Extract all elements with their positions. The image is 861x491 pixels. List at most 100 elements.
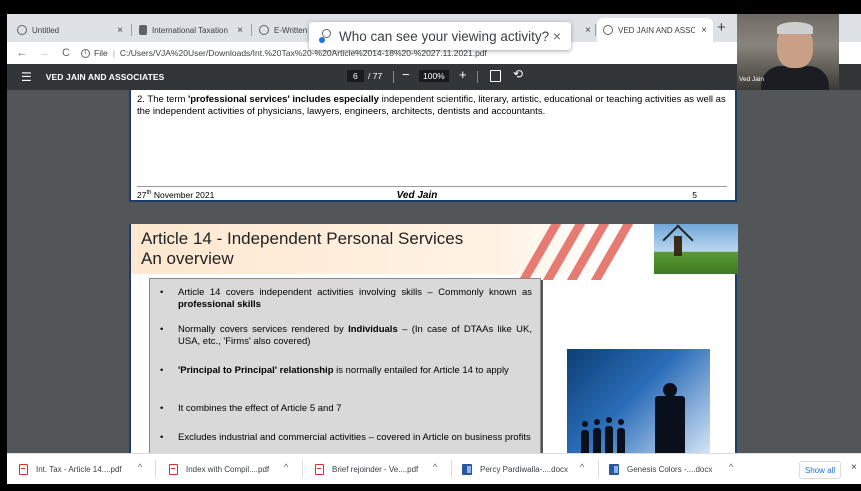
reload-button[interactable]: C <box>59 47 73 59</box>
bullet-text-bold: Individuals <box>348 324 398 335</box>
slide-title-line2: An overview <box>141 249 234 268</box>
footer-month-year: November 2021 <box>151 190 215 200</box>
bullet-item: • Excludes industrial and commercial act… <box>160 432 532 444</box>
tab-close-button[interactable]: × <box>237 25 243 36</box>
bullet-marker: • <box>160 432 164 443</box>
silhouette <box>617 428 625 453</box>
slide-title-line1: Article 14 - Independent Personal Servic… <box>141 229 464 248</box>
back-button[interactable]: ← <box>15 47 29 59</box>
tab-separator <box>595 24 596 36</box>
pdf-page-6: Article 14 - Independent Personal Servic… <box>129 224 738 453</box>
info-icon[interactable]: i <box>81 48 90 58</box>
tab-title: International Taxation <box>152 25 228 35</box>
windmill-image <box>654 224 738 274</box>
slide-title: Article 14 - Independent Personal Servic… <box>141 229 463 269</box>
chevron-up-icon[interactable]: ^ <box>729 462 733 472</box>
bullet-text-post: is normally entailed for Article 14 to a… <box>333 365 509 376</box>
footer-date: 27th November 2021 <box>137 190 324 201</box>
zoom-in-button[interactable]: + <box>459 67 467 82</box>
page-total: / 77 <box>368 71 383 81</box>
bullet-text-pre: Normally covers services rendered by <box>178 324 349 335</box>
download-separator <box>598 460 599 478</box>
silhouette <box>581 430 589 453</box>
bullet-text: Article 14 covers independent activities… <box>178 287 532 311</box>
download-separator <box>302 460 303 478</box>
bullet-text: Excludes industrial and commercial activ… <box>178 432 532 444</box>
browser-window: Untitled × International Taxation × E-Wr… <box>7 14 861 484</box>
pdf-toolbar: ☰ VED JAIN AND ASSOCIATES 6 / 77 − 100% … <box>7 64 861 90</box>
menu-icon[interactable]: ☰ <box>21 70 32 84</box>
bullet-text: 'Principal to Principal' relationship is… <box>178 365 532 377</box>
pdf-file-icon <box>315 463 324 475</box>
paragraph-bold: 'professional services' includes especia… <box>188 94 379 105</box>
tab-close-button[interactable]: × <box>701 25 707 36</box>
zoom-level[interactable]: 100% <box>419 70 449 82</box>
popup-close-button[interactable]: × <box>553 28 561 44</box>
windmill-blades <box>662 224 694 256</box>
silhouette <box>605 426 613 453</box>
silhouette-head <box>606 417 612 423</box>
tab-hidden[interactable]: × <box>573 18 595 42</box>
tab-e-written[interactable]: E-Written Su <box>253 18 313 42</box>
tab-close-button[interactable]: × <box>117 25 123 36</box>
bullet-text-pre: Article 14 covers independent activities… <box>178 287 532 298</box>
chevron-up-icon[interactable]: ^ <box>433 462 437 472</box>
chevron-up-icon[interactable]: ^ <box>580 462 584 472</box>
presenter-hair <box>777 22 813 34</box>
url-scheme: File <box>94 48 108 58</box>
close-download-bar-button[interactable]: × <box>851 462 857 473</box>
tab-ved-jain[interactable]: VED JAIN AND ASSOC × <box>597 18 713 42</box>
bullet-box: • Article 14 covers independent activiti… <box>149 278 541 453</box>
doc-icon <box>139 25 147 35</box>
download-item[interactable]: Genesis Colors -....docx <box>609 461 712 477</box>
bullet-marker: • <box>160 287 164 298</box>
participant-name: Ved Jain <box>739 76 764 83</box>
bullet-marker: • <box>160 403 164 414</box>
download-filename: Genesis Colors -....docx <box>627 464 713 474</box>
bullet-item: • It combines the effect of Article 5 an… <box>160 403 532 415</box>
paragraph-lead: 2. The term <box>137 94 189 105</box>
download-item[interactable]: Percy Pardiwalla-....docx <box>462 461 568 477</box>
tab-international-taxation[interactable]: International Taxation × <box>133 18 249 42</box>
page-footer: 27th November 2021 Ved Jain 5 <box>137 186 727 201</box>
silhouette-large <box>655 396 685 453</box>
people-icon <box>319 29 333 43</box>
tab-separator <box>131 24 132 36</box>
globe-icon <box>17 25 27 35</box>
chevron-up-icon[interactable]: ^ <box>138 462 142 472</box>
rotate-icon[interactable]: ⟲ <box>513 67 523 81</box>
viewing-activity-popup[interactable]: Who can see your viewing activity? × <box>309 22 571 50</box>
page-number-input[interactable]: 6 <box>347 70 364 82</box>
bullet-marker: • <box>160 365 164 376</box>
tab-close-button[interactable]: × <box>585 25 591 36</box>
tab-separator <box>251 24 252 36</box>
download-item[interactable]: Index with Compil....pdf <box>169 461 269 477</box>
bullet-text-pre: Excludes industrial and commercial activ… <box>178 432 531 443</box>
new-tab-button[interactable]: + <box>717 19 726 36</box>
presenter-suit <box>761 66 829 90</box>
pdf-file-icon <box>19 463 28 475</box>
tab-untitled[interactable]: Untitled × <box>11 18 129 42</box>
word-file-icon <box>609 463 619 475</box>
download-filename: Int. Tax - Article 14....pdf <box>36 464 122 474</box>
bullet-item: • 'Principal to Principal' relationship … <box>160 365 532 377</box>
bullet-item: • Normally covers services rendered by I… <box>160 324 532 348</box>
download-item[interactable]: Int. Tax - Article 14....pdf <box>19 461 122 477</box>
forward-button[interactable]: → <box>37 47 51 59</box>
tab-title: Untitled <box>32 25 60 35</box>
toolbar-divider <box>393 71 394 83</box>
download-item[interactable]: Brief rejoinder - Ve....pdf <box>315 461 418 477</box>
pdf-viewer[interactable]: 2. The term 'professional services' incl… <box>7 90 861 453</box>
word-file-icon <box>462 463 472 475</box>
download-separator <box>451 460 452 478</box>
silhouette <box>593 428 601 453</box>
page-paragraph: 2. The term 'professional services' incl… <box>137 94 733 118</box>
pdf-page-5: 2. The term 'professional services' incl… <box>129 90 737 202</box>
show-all-button[interactable]: Show all <box>799 461 841 479</box>
silhouette-head <box>582 421 588 427</box>
zoom-out-button[interactable]: − <box>402 67 410 82</box>
bullet-text: It combines the effect of Article 5 and … <box>178 403 532 415</box>
chevron-up-icon[interactable]: ^ <box>284 462 288 472</box>
screen: Untitled × International Taxation × E-Wr… <box>0 0 861 491</box>
fit-page-icon[interactable] <box>490 70 501 82</box>
